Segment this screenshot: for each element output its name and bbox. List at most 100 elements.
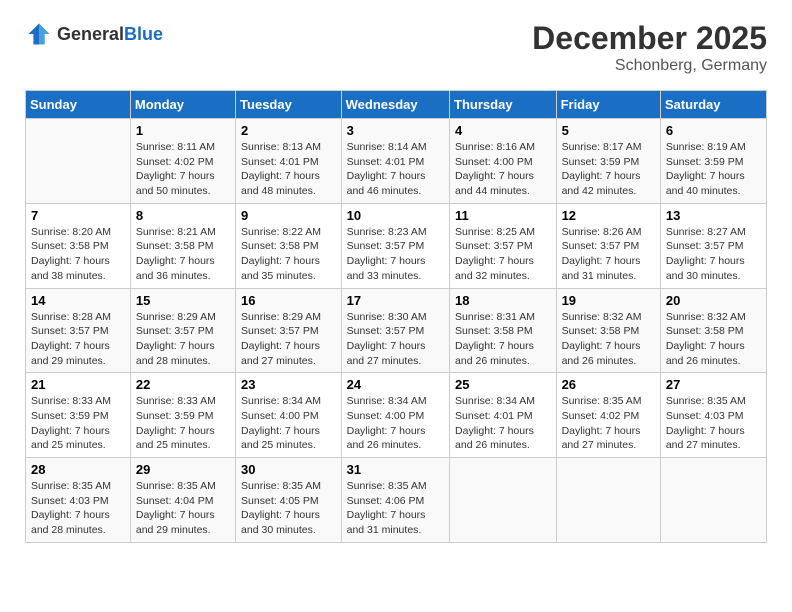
day-number: 10 (347, 208, 444, 223)
day-number: 15 (136, 293, 230, 308)
day-number: 20 (666, 293, 761, 308)
day-number: 19 (562, 293, 655, 308)
day-info: Sunrise: 8:14 AM Sunset: 4:01 PM Dayligh… (347, 140, 444, 199)
day-cell: 27Sunrise: 8:35 AM Sunset: 4:03 PM Dayli… (660, 373, 766, 458)
day-info: Sunrise: 8:30 AM Sunset: 3:57 PM Dayligh… (347, 310, 444, 369)
week-row-5: 28Sunrise: 8:35 AM Sunset: 4:03 PM Dayli… (26, 458, 767, 543)
day-info: Sunrise: 8:32 AM Sunset: 3:58 PM Dayligh… (666, 310, 761, 369)
calendar-table: SundayMondayTuesdayWednesdayThursdayFrid… (25, 90, 767, 543)
day-info: Sunrise: 8:33 AM Sunset: 3:59 PM Dayligh… (136, 394, 230, 453)
day-cell (450, 458, 557, 543)
day-cell: 16 Sunrise: 8:29 AM Sunset: 3:57 PM Dayli… (236, 288, 342, 373)
day-info: Sunrise: 8:13 AM Sunset: 4:01 PM Dayligh… (241, 140, 336, 199)
weekday-header-tuesday: Tuesday (236, 91, 342, 119)
day-info: Sunrise: 8:22 AM Sunset: 3:58 PM Dayligh… (241, 225, 336, 284)
day-cell: 20 Sunrise: 8:32 AM Sunset: 3:58 PM Dayli… (660, 288, 766, 373)
day-info: Sunrise: 8:23 AM Sunset: 3:57 PM Dayligh… (347, 225, 444, 284)
day-number: 26 (562, 377, 655, 392)
day-number: 6 (666, 123, 761, 138)
weekday-header-row: SundayMondayTuesdayWednesdayThursdayFrid… (26, 91, 767, 119)
day-cell: 21 Sunrise: 8:33 AM Sunset: 3:59 PM Dayli… (26, 373, 131, 458)
day-info: Sunrise: 8:35 AM Sunset: 4:06 PM Dayligh… (347, 479, 444, 538)
day-number: 13 (666, 208, 761, 223)
day-cell: 23 Sunrise: 8:34 AM Sunset: 4:00 PM Dayli… (236, 373, 342, 458)
day-cell: 30 Sunrise: 8:35 AM Sunset: 4:05 PM Dayli… (236, 458, 342, 543)
day-info: Sunrise: 8:35 AM Sunset: 4:03 PM Dayligh… (31, 479, 125, 538)
day-number: 16 (241, 293, 336, 308)
day-info: Sunrise: 8:27 AM Sunset: 3:57 PM Dayligh… (666, 225, 761, 284)
week-row-1: 1 Sunrise: 8:11 AM Sunset: 4:02 PM Daylig… (26, 119, 767, 204)
day-cell: 14Sunrise: 8:28 AM Sunset: 3:57 PM Dayli… (26, 288, 131, 373)
day-cell: 4Sunrise: 8:16 AM Sunset: 4:00 PM Daylig… (450, 119, 557, 204)
day-number: 21 (31, 377, 125, 392)
day-number: 7 (31, 208, 125, 223)
weekday-header-sunday: Sunday (26, 91, 131, 119)
day-cell: 8Sunrise: 8:21 AM Sunset: 3:58 PM Daylig… (130, 203, 235, 288)
day-info: Sunrise: 8:32 AM Sunset: 3:58 PM Dayligh… (562, 310, 655, 369)
weekday-header-thursday: Thursday (450, 91, 557, 119)
day-cell: 29 Sunrise: 8:35 AM Sunset: 4:04 PM Dayli… (130, 458, 235, 543)
day-info: Sunrise: 8:29 AM Sunset: 3:57 PM Dayligh… (241, 310, 336, 369)
day-cell: 12Sunrise: 8:26 AM Sunset: 3:57 PM Dayli… (556, 203, 660, 288)
day-cell: 6Sunrise: 8:19 AM Sunset: 3:59 PM Daylig… (660, 119, 766, 204)
day-number: 29 (136, 462, 230, 477)
week-row-2: 7 Sunrise: 8:20 AM Sunset: 3:58 PM Daylig… (26, 203, 767, 288)
day-number: 4 (455, 123, 551, 138)
day-cell: 13 Sunrise: 8:27 AM Sunset: 3:57 PM Dayli… (660, 203, 766, 288)
day-info: Sunrise: 8:20 AM Sunset: 3:58 PM Dayligh… (31, 225, 125, 284)
day-number: 17 (347, 293, 444, 308)
day-cell: 1 Sunrise: 8:11 AM Sunset: 4:02 PM Daylig… (130, 119, 235, 204)
day-info: Sunrise: 8:35 AM Sunset: 4:03 PM Dayligh… (666, 394, 761, 453)
day-cell: 10 Sunrise: 8:23 AM Sunset: 3:57 PM Dayli… (341, 203, 449, 288)
weekday-header-wednesday: Wednesday (341, 91, 449, 119)
day-cell: 11Sunrise: 8:25 AM Sunset: 3:57 PM Dayli… (450, 203, 557, 288)
month-title: December 2025 (532, 20, 767, 57)
day-cell: 5 Sunrise: 8:17 AM Sunset: 3:59 PM Daylig… (556, 119, 660, 204)
header: General Blue December 2025 Schonberg, Ge… (25, 20, 767, 75)
day-info: Sunrise: 8:11 AM Sunset: 4:02 PM Dayligh… (136, 140, 230, 199)
weekday-header-monday: Monday (130, 91, 235, 119)
week-row-4: 21 Sunrise: 8:33 AM Sunset: 3:59 PM Dayli… (26, 373, 767, 458)
day-cell: 9 Sunrise: 8:22 AM Sunset: 3:58 PM Daylig… (236, 203, 342, 288)
day-number: 9 (241, 208, 336, 223)
day-number: 31 (347, 462, 444, 477)
day-number: 14 (31, 293, 125, 308)
day-info: Sunrise: 8:17 AM Sunset: 3:59 PM Dayligh… (562, 140, 655, 199)
day-cell: 15 Sunrise: 8:29 AM Sunset: 3:57 PM Dayli… (130, 288, 235, 373)
day-number: 12 (562, 208, 655, 223)
day-cell: 22 Sunrise: 8:33 AM Sunset: 3:59 PM Dayli… (130, 373, 235, 458)
day-number: 22 (136, 377, 230, 392)
day-cell: 3 Sunrise: 8:14 AM Sunset: 4:01 PM Daylig… (341, 119, 449, 204)
day-number: 5 (562, 123, 655, 138)
day-info: Sunrise: 8:34 AM Sunset: 4:01 PM Dayligh… (455, 394, 551, 453)
logo: General Blue (25, 20, 163, 48)
day-cell: 28Sunrise: 8:35 AM Sunset: 4:03 PM Dayli… (26, 458, 131, 543)
day-info: Sunrise: 8:35 AM Sunset: 4:05 PM Dayligh… (241, 479, 336, 538)
day-info: Sunrise: 8:35 AM Sunset: 4:02 PM Dayligh… (562, 394, 655, 453)
day-cell: 19 Sunrise: 8:32 AM Sunset: 3:58 PM Dayli… (556, 288, 660, 373)
day-cell: 31 Sunrise: 8:35 AM Sunset: 4:06 PM Dayli… (341, 458, 449, 543)
day-info: Sunrise: 8:34 AM Sunset: 4:00 PM Dayligh… (347, 394, 444, 453)
weekday-header-friday: Friday (556, 91, 660, 119)
day-number: 2 (241, 123, 336, 138)
day-info: Sunrise: 8:34 AM Sunset: 4:00 PM Dayligh… (241, 394, 336, 453)
day-cell: 24 Sunrise: 8:34 AM Sunset: 4:00 PM Dayli… (341, 373, 449, 458)
day-number: 24 (347, 377, 444, 392)
day-number: 30 (241, 462, 336, 477)
day-info: Sunrise: 8:35 AM Sunset: 4:04 PM Dayligh… (136, 479, 230, 538)
day-number: 23 (241, 377, 336, 392)
title-area: December 2025 Schonberg, Germany (532, 20, 767, 75)
week-row-3: 14Sunrise: 8:28 AM Sunset: 3:57 PM Dayli… (26, 288, 767, 373)
day-cell (26, 119, 131, 204)
day-info: Sunrise: 8:33 AM Sunset: 3:59 PM Dayligh… (31, 394, 125, 453)
weekday-header-saturday: Saturday (660, 91, 766, 119)
day-cell: 26 Sunrise: 8:35 AM Sunset: 4:02 PM Dayli… (556, 373, 660, 458)
day-cell: 17 Sunrise: 8:30 AM Sunset: 3:57 PM Dayli… (341, 288, 449, 373)
day-number: 1 (136, 123, 230, 138)
logo-icon (25, 20, 53, 48)
day-number: 3 (347, 123, 444, 138)
day-number: 25 (455, 377, 551, 392)
day-cell (660, 458, 766, 543)
day-info: Sunrise: 8:29 AM Sunset: 3:57 PM Dayligh… (136, 310, 230, 369)
day-cell: 25 Sunrise: 8:34 AM Sunset: 4:01 PM Dayli… (450, 373, 557, 458)
